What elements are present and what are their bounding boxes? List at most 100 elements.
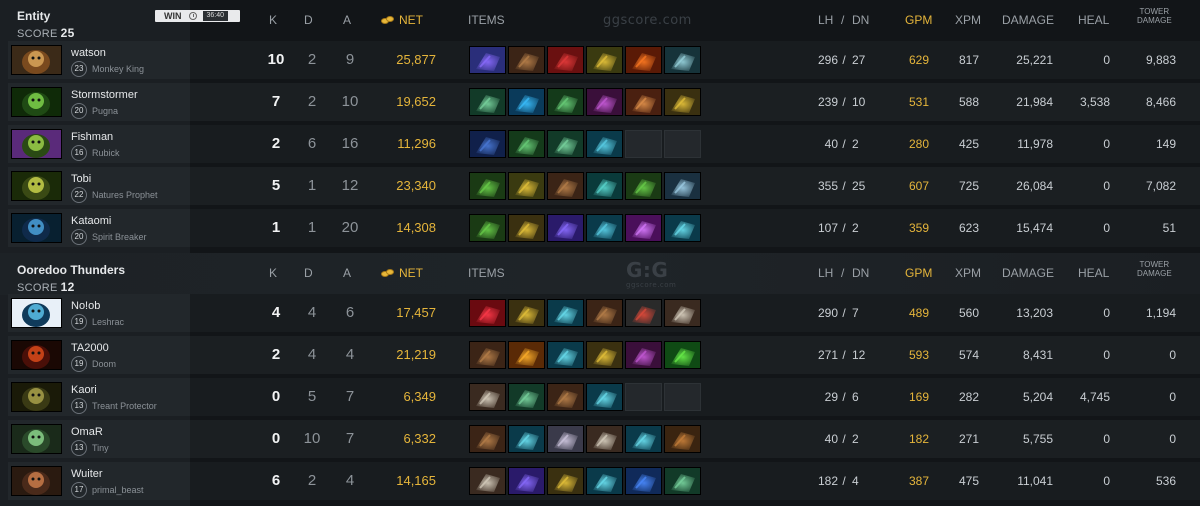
item-icon[interactable] [586, 341, 623, 369]
item-icon[interactable] [625, 214, 662, 242]
player-name[interactable]: Fishman [71, 131, 113, 143]
hero-portrait[interactable] [11, 424, 62, 454]
lh-dn-separator: / [842, 221, 846, 235]
item-icon[interactable] [664, 425, 701, 453]
player-name[interactable]: OmaR [71, 426, 103, 438]
player-row[interactable]: Kaori 13 Treant Protector 0 5 7 6,349 29… [0, 377, 1200, 417]
player-row[interactable]: Wuiter 17 primal_beast 6 2 4 14,165 182 … [0, 461, 1200, 501]
player-row[interactable]: OmaR 13 Tiny 0 10 7 6,332 40 / 2 182 271… [0, 419, 1200, 459]
item-icon[interactable] [664, 214, 701, 242]
item-icon[interactable] [469, 425, 506, 453]
item-icon[interactable] [586, 172, 623, 200]
item-icon[interactable] [547, 172, 584, 200]
item-icon[interactable] [547, 467, 584, 495]
item-icon[interactable] [586, 46, 623, 74]
player-name[interactable]: No!ob [71, 300, 100, 312]
item-icon[interactable] [547, 383, 584, 411]
item-icon[interactable] [547, 46, 584, 74]
item-icon[interactable] [547, 88, 584, 116]
item-icon[interactable] [664, 46, 701, 74]
hero-portrait[interactable] [11, 298, 62, 328]
item-icon[interactable] [508, 467, 545, 495]
item-icon[interactable] [625, 467, 662, 495]
hero-portrait[interactable] [11, 45, 62, 75]
hero-portrait[interactable] [11, 129, 62, 159]
item-icon[interactable] [508, 88, 545, 116]
item-icon[interactable] [625, 299, 662, 327]
team-score: SCORE 25 [17, 26, 75, 40]
item-icon[interactable] [664, 172, 701, 200]
item-icon[interactable] [469, 383, 506, 411]
item-icon[interactable] [625, 341, 662, 369]
hero-portrait[interactable] [11, 171, 62, 201]
item-icon[interactable] [469, 172, 506, 200]
player-name[interactable]: Kaori [71, 384, 97, 396]
item-icon[interactable] [508, 172, 545, 200]
item-icon[interactable] [586, 383, 623, 411]
item-icon[interactable] [586, 130, 623, 158]
item-icon[interactable] [508, 214, 545, 242]
item-icon[interactable] [469, 299, 506, 327]
hero-portrait[interactable] [11, 340, 62, 370]
item-icon[interactable] [664, 341, 701, 369]
player-row[interactable]: No!ob 19 Leshrac 4 4 6 17,457 290 / 7 48… [0, 293, 1200, 333]
tower-damage: 7,082 [1145, 179, 1176, 193]
last-hits: 271 [817, 348, 838, 362]
item-icon[interactable] [586, 467, 623, 495]
player-row[interactable]: TA2000 19 Doom 2 4 4 21,219 271 / 12 593… [0, 335, 1200, 375]
item-icon[interactable] [469, 130, 506, 158]
item-icon[interactable] [469, 88, 506, 116]
hero-level-badge: 16 [71, 145, 87, 161]
item-icon[interactable] [547, 214, 584, 242]
hero-portrait[interactable] [11, 213, 62, 243]
item-icon[interactable] [508, 341, 545, 369]
healing: 0 [1103, 474, 1110, 488]
item-icon[interactable] [469, 467, 506, 495]
watermark-subtext: ggscore.com [626, 281, 677, 289]
item-icon[interactable] [664, 299, 701, 327]
item-icon[interactable] [469, 46, 506, 74]
item-icon[interactable] [547, 299, 584, 327]
item-inventory [469, 383, 701, 411]
player-name[interactable]: Tobi [71, 173, 91, 185]
item-icon[interactable] [586, 88, 623, 116]
xpm: 425 [958, 137, 980, 151]
item-icon[interactable] [547, 425, 584, 453]
item-icon[interactable] [625, 425, 662, 453]
item-icon[interactable] [586, 214, 623, 242]
item-icon[interactable] [586, 299, 623, 327]
player-row[interactable]: Fishman 16 Rubick 2 6 16 11,296 40 / 2 2… [0, 124, 1200, 164]
player-name[interactable]: Stormstormer [71, 89, 138, 101]
item-icon[interactable] [469, 341, 506, 369]
item-icon[interactable] [625, 88, 662, 116]
empty-item-slot [664, 130, 701, 158]
player-row[interactable]: watson 23 Monkey King 10 2 9 25,877 296 … [0, 40, 1200, 80]
item-icon[interactable] [508, 425, 545, 453]
item-icon[interactable] [508, 299, 545, 327]
hero-damage: 5,204 [1022, 390, 1053, 404]
item-icon[interactable] [547, 130, 584, 158]
item-icon[interactable] [625, 172, 662, 200]
item-icon[interactable] [625, 46, 662, 74]
player-row[interactable]: Tobi 22 Natures Prophet 5 1 12 23,340 35… [0, 166, 1200, 206]
item-icon[interactable] [664, 88, 701, 116]
player-name[interactable]: Wuiter [71, 468, 103, 480]
lh-dn-separator: / [842, 95, 846, 109]
player-name[interactable]: Kataomi [71, 215, 111, 227]
hero-portrait[interactable] [11, 466, 62, 496]
item-icon[interactable] [547, 341, 584, 369]
item-icon[interactable] [586, 425, 623, 453]
player-row[interactable]: Stormstormer 20 Pugna 7 2 10 19,652 239 … [0, 82, 1200, 122]
player-row[interactable]: Kataomi 20 Spirit Breaker 1 1 20 14,308 … [0, 208, 1200, 248]
item-icon[interactable] [508, 46, 545, 74]
hero-name: Rubick [92, 148, 120, 158]
hero-portrait[interactable] [11, 382, 62, 412]
item-icon[interactable] [508, 130, 545, 158]
hero-portrait[interactable] [11, 87, 62, 117]
item-icon[interactable] [508, 383, 545, 411]
item-icon[interactable] [664, 467, 701, 495]
player-name[interactable]: TA2000 [71, 342, 109, 354]
hero-level-badge: 20 [71, 103, 87, 119]
item-icon[interactable] [469, 214, 506, 242]
player-name[interactable]: watson [71, 47, 106, 59]
